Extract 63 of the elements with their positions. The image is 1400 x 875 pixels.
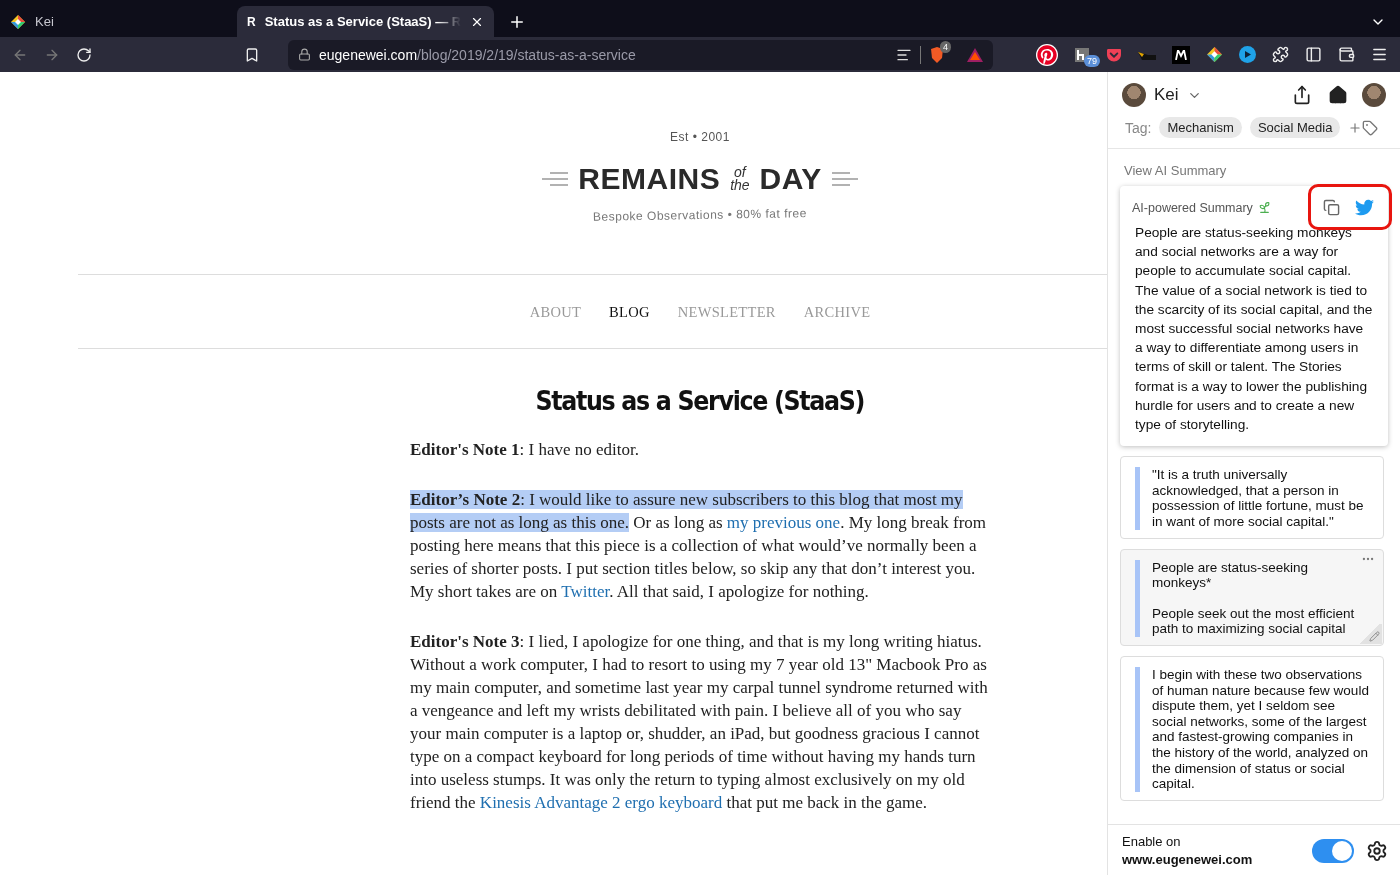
browser-tab[interactable]: R Status as a Service (StaaS) — R <box>237 6 495 37</box>
address-bar[interactable]: eugenewei.com/blog/2019/2/19/status-as-a-service 4 <box>288 39 993 70</box>
favicon: R <box>247 14 256 29</box>
pin-icon[interactable] <box>1036 43 1058 66</box>
highlight-card[interactable]: People are status-seeking monkeys* People seek out the most efficient path to maximizing social capital <box>1120 548 1384 646</box>
article-paragraph: Editor's Note 3: I lied, I apologize for one thing, and that is my long writing hiatus. Without a work computer, I had to resort to using my 7 year old 13" Macbook Pro as my main computer, and sometime last year my carpal tunnel syndrome returned with a vengeance and left my wrists debilitated with pain. I believe all of you who say your main computer is a laptop or, shudder, an iPad, but goodness gracious I cannot type on a compact keyboard for long periods of time without having my hands turn into useless stumps. It was only the return to typing almost exclusively on my old friend the Kinesis Advantage 2 ergo keyboard that put me back in the game. <box>410 631 989 814</box>
add-tag-icon[interactable] <box>1348 119 1379 136</box>
bird-icon[interactable] <box>1355 198 1374 217</box>
tagline: Bespoke Observations • 80% fat free <box>593 206 807 224</box>
summary-text: People are status-seeking monkeys and social networks are a way for people to accumulate social capital. The value of a social network is tied to the scarcity of its social capital, and the most successful social networks have a way to differentiate among users in terms of skill or talent. The Stories format is a way to lower the publishing hurdle for users and to create a new type of storytelling. <box>1134 224 1374 435</box>
letter-extension-icon[interactable] <box>1172 45 1190 64</box>
tag-label: Tag: <box>1125 119 1152 136</box>
sprout-icon <box>1257 201 1271 214</box>
diamond-logo-icon <box>1206 46 1223 63</box>
lock-icon <box>298 48 311 61</box>
highlight-card[interactable] <box>1120 656 1384 801</box>
reload-icon[interactable] <box>76 46 92 63</box>
article-paragraph: Editor's Note 1: I have no editor. <box>410 439 640 461</box>
site-name: www.eugenewei.com <box>1122 851 1254 869</box>
browser-tab[interactable]: Kei <box>0 6 225 37</box>
pocket-icon[interactable] <box>1106 46 1122 63</box>
note-text: People seek out the most efficient path to maximizing social capital <box>1152 605 1356 637</box>
diamond-logo-icon <box>10 13 26 30</box>
highlight-card[interactable]: "It is a truth universally acknowledged, that a person in possession of little fortune, must be in want of more social capital." <box>1120 456 1384 539</box>
shield-icon[interactable] <box>929 45 945 64</box>
copy-icon[interactable] <box>1323 199 1340 216</box>
text-link[interactable]: Kinesis Advantage 2 ergo keyboard <box>479 793 723 812</box>
menu-icon[interactable] <box>1371 46 1388 63</box>
triangle-icon[interactable] <box>967 47 983 62</box>
enable-toggle[interactable] <box>1312 839 1354 863</box>
established-text: Est • 2001 <box>670 130 730 144</box>
settings-icon[interactable] <box>1366 840 1388 862</box>
wedge-icon[interactable] <box>1138 49 1156 60</box>
lines-icon <box>542 172 569 186</box>
lines-icon <box>831 172 858 186</box>
enable-label: Enable on <box>1122 833 1182 851</box>
tag-chip[interactable]: Mechanism <box>1159 117 1242 138</box>
article-title: Status as a Service (StaaS) <box>535 385 865 416</box>
pencil-icon[interactable] <box>1369 631 1380 642</box>
logo-word: DAY <box>759 162 822 196</box>
bookmark-icon[interactable] <box>244 46 260 63</box>
extensions-icon[interactable] <box>1272 46 1289 63</box>
highlight-text: I begin with these two observations of human nature because few would dispute them, yet I seldom see social networks, some of the largest and fastest-growing companies in the history of the world, analyzed on the dimension of status or social capital. <box>1152 667 1369 792</box>
summary-title: AI-powered Summary <box>1132 200 1253 215</box>
user-name[interactable]: Kei <box>1154 85 1179 105</box>
text-link[interactable]: my previous one <box>726 513 841 532</box>
logo-small-words: of the <box>730 166 750 192</box>
share-icon[interactable] <box>1292 85 1312 105</box>
sidebar-icon[interactable] <box>1305 46 1322 63</box>
article-paragraph: Editor’s Note 2: I would like to assure new subscribers to this blog that most my posts are not as long as this one. Or as long as my previous one. My long break from posting here means that this piece is a collection of what would’ve normally been a series of shorter posts. I put section titles below, so skip any that don’t interest you. My short takes are on Twitter. All that said, I apologize for nothing. <box>410 489 988 603</box>
view-summary-link[interactable]: View AI Summary <box>1108 149 1400 186</box>
avatar[interactable] <box>1122 83 1146 107</box>
text-link[interactable]: Twitter <box>561 582 610 601</box>
play-circle-icon[interactable] <box>1239 46 1256 63</box>
highlight-text: People are status-seeking monkeys* <box>1152 559 1310 591</box>
avatar[interactable] <box>1362 83 1386 107</box>
logo-word: REMAINS <box>578 162 721 196</box>
highlight-text: "It is a truth universally acknowledged, that a person in possession of little fortune, must be in want of more social capital." <box>1152 467 1365 530</box>
wallet-icon[interactable] <box>1338 46 1355 63</box>
home-icon[interactable] <box>1328 85 1348 105</box>
count-badge: 4 <box>940 40 951 53</box>
nav-link[interactable]: BLOG <box>609 304 650 321</box>
tag-chip[interactable]: Social Media <box>1249 117 1341 138</box>
